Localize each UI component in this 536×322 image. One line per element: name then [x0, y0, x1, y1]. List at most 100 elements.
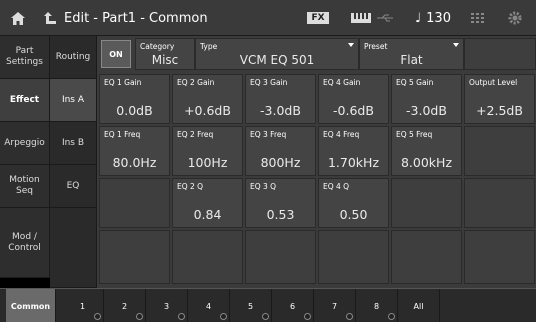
eq3-q-label: EQ 3 Q: [250, 182, 277, 191]
page-title: Edit - Part1 - Common: [64, 10, 208, 26]
eq3-q-value: 0.53: [266, 207, 295, 222]
category-selector[interactable]: Category Misc: [135, 38, 195, 70]
eq1-gain-label: EQ 1 Gain: [104, 78, 142, 87]
tempo-display[interactable]: ♩ 130: [408, 0, 458, 36]
tab-part-5-label: 5: [247, 301, 254, 311]
subnav-empty: [50, 208, 97, 288]
eq4-gain-param[interactable]: EQ 4 Gain -0.6dB: [318, 74, 389, 124]
empty-slot: [172, 230, 243, 284]
tab-part-4[interactable]: 4: [188, 289, 230, 322]
nav-part-settings-label: Part Settings: [6, 46, 43, 67]
quick-access-button[interactable]: [464, 0, 492, 36]
empty-slot: [391, 230, 462, 284]
tempo-value: 130: [426, 10, 451, 26]
tab-part-2-label: 2: [121, 301, 128, 311]
part-2-status-icon: [136, 313, 143, 320]
subnav-eq[interactable]: EQ: [50, 165, 97, 208]
tab-part-1[interactable]: 1: [62, 289, 104, 322]
usb-icon: [377, 14, 393, 22]
subnav-eq-label: EQ: [66, 181, 80, 191]
output-level-value: +2.5dB: [476, 103, 523, 118]
nav-arpeggio[interactable]: Arpeggio: [0, 122, 50, 165]
eq5-gain-param[interactable]: EQ 5 Gain -3.0dB: [391, 74, 462, 124]
tab-part-7-label: 7: [331, 301, 338, 311]
subnav-routing[interactable]: Routing: [50, 36, 97, 79]
eq3-gain-value: -3.0dB: [260, 103, 301, 118]
eq3-freq-label: EQ 3 Freq: [250, 130, 287, 139]
eq3-q-param[interactable]: EQ 3 Q 0.53: [245, 178, 316, 228]
eq4-freq-label: EQ 4 Freq: [323, 130, 360, 139]
eq4-q-value: 0.50: [339, 207, 368, 222]
subnav-ins-a[interactable]: Ins A: [50, 79, 97, 122]
tab-part-8[interactable]: 8: [356, 289, 398, 322]
tab-common[interactable]: Common: [6, 289, 56, 322]
output-level-label: Output Level: [469, 78, 518, 87]
eq2-freq-param[interactable]: EQ 2 Freq 100Hz: [172, 126, 243, 176]
output-level-param[interactable]: Output Level +2.5dB: [464, 74, 535, 124]
eq1-freq-param[interactable]: EQ 1 Freq 80.0Hz: [99, 126, 170, 176]
note-icon: ♩: [415, 10, 422, 26]
gear-icon: [508, 11, 522, 25]
eq4-freq-param[interactable]: EQ 4 Freq 1.70kHz: [318, 126, 389, 176]
home-button[interactable]: [0, 0, 36, 36]
part-8-status-icon: [388, 313, 395, 320]
nav-part-settings[interactable]: Part Settings: [0, 36, 50, 79]
settings-button[interactable]: [500, 0, 530, 36]
eq2-gain-param[interactable]: EQ 2 Gain +0.6dB: [172, 74, 243, 124]
part-6-status-icon: [304, 313, 311, 320]
type-dropdown-icon: [348, 43, 354, 47]
nav-motion-seq[interactable]: Motion Seq: [0, 165, 50, 208]
part-1-status-icon: [94, 313, 101, 320]
keyboard-usb-status: [346, 0, 398, 36]
eq5-gain-label: EQ 5 Gain: [396, 78, 434, 87]
tab-part-3-label: 3: [163, 301, 170, 311]
eq4-q-label: EQ 4 Q: [323, 182, 350, 191]
primary-nav: Part Settings Effect Arpeggio Motion Seq…: [0, 36, 50, 278]
eq4-freq-value: 1.70kHz: [327, 155, 380, 170]
part-5-status-icon: [262, 313, 269, 320]
back-arrow-icon: [44, 11, 56, 24]
tab-part-4-label: 4: [205, 301, 212, 311]
effect-editor-panel: ON Category Misc Type VCM EQ 501 Preset …: [97, 36, 536, 288]
effect-on-button[interactable]: ON: [101, 40, 131, 68]
empty-slot: [318, 230, 389, 284]
eq1-gain-param[interactable]: EQ 1 Gain 0.0dB: [99, 74, 170, 124]
grid-icon: [471, 13, 484, 23]
back-button[interactable]: [36, 0, 64, 36]
eq2-q-param[interactable]: EQ 2 Q 0.84: [172, 178, 243, 228]
empty-slot: [464, 178, 535, 228]
empty-slot: [99, 178, 170, 228]
eq3-freq-value: 800Hz: [260, 155, 301, 170]
home-icon: [11, 11, 25, 25]
empty-slot: [464, 126, 535, 176]
type-selector[interactable]: Type VCM EQ 501: [195, 38, 359, 70]
nav-effect[interactable]: Effect: [0, 79, 50, 122]
eq5-freq-label: EQ 5 Freq: [396, 130, 433, 139]
tab-common-label: Common: [10, 301, 51, 311]
eq5-gain-value: -3.0dB: [406, 103, 447, 118]
subnav-routing-label: Routing: [55, 52, 91, 62]
tab-part-5[interactable]: 5: [230, 289, 272, 322]
tab-all[interactable]: All: [398, 289, 440, 322]
nav-mod-control[interactable]: Mod / Control: [0, 208, 50, 278]
eq3-freq-param[interactable]: EQ 3 Freq 800Hz: [245, 126, 316, 176]
eq1-gain-value: 0.0dB: [116, 103, 153, 118]
preset-selector[interactable]: Preset Flat: [359, 38, 464, 70]
tab-part-2[interactable]: 2: [104, 289, 146, 322]
tab-part-8-label: 8: [373, 301, 380, 311]
eq1-freq-label: EQ 1 Freq: [104, 130, 141, 139]
fx-indicator[interactable]: FX: [303, 0, 333, 36]
subnav-ins-b[interactable]: Ins B: [50, 122, 97, 165]
category-value: Misc: [151, 53, 179, 67]
nav-arpeggio-label: Arpeggio: [4, 137, 45, 148]
tab-part-7[interactable]: 7: [314, 289, 356, 322]
type-value: VCM EQ 501: [239, 53, 315, 67]
tab-part-6[interactable]: 6: [272, 289, 314, 322]
empty-slot: [245, 230, 316, 284]
eq4-q-param[interactable]: EQ 4 Q 0.50: [318, 178, 389, 228]
part-tab-bar: Common 1 2 3 4 5 6 7 8 All: [0, 288, 536, 322]
eq3-gain-param[interactable]: EQ 3 Gain -3.0dB: [245, 74, 316, 124]
category-label: Category: [140, 42, 175, 51]
tab-part-3[interactable]: 3: [146, 289, 188, 322]
eq5-freq-param[interactable]: EQ 5 Freq 8.00kHz: [391, 126, 462, 176]
